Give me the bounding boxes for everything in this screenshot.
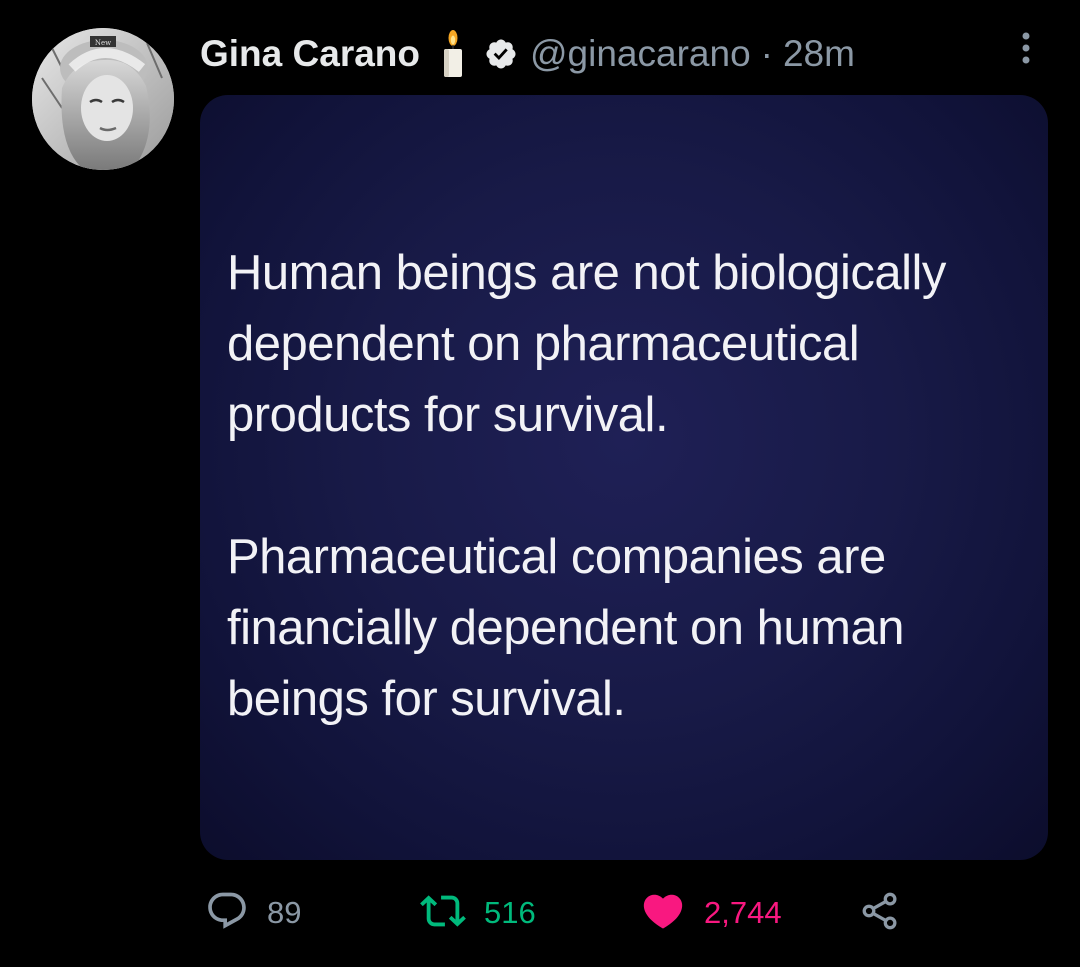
share-button[interactable] — [858, 880, 902, 946]
more-horizontal-icon[interactable] — [1010, 28, 1042, 68]
tweet-image[interactable]: Human beings are not biologically depend… — [200, 95, 1048, 860]
share-icon — [858, 889, 902, 938]
image-text-paragraph: Pharmaceutical companies are financially… — [227, 530, 904, 726]
tweet-header: Gina Carano @ginacarano · 28m — [200, 26, 855, 82]
image-text-paragraph: Human beings are not biologically depend… — [227, 246, 946, 442]
timestamp[interactable]: 28m — [783, 33, 855, 75]
separator-dot: · — [760, 33, 773, 74]
avatar[interactable]: New — [32, 28, 174, 170]
handle[interactable]: @ginacarano — [530, 33, 751, 75]
display-name[interactable]: Gina Carano — [200, 33, 420, 75]
retweet-icon — [420, 888, 466, 939]
reply-icon — [205, 889, 249, 938]
verified-badge-icon — [484, 37, 518, 71]
reply-count: 89 — [267, 895, 302, 930]
candle-icon — [440, 29, 466, 79]
retweet-button[interactable]: 516 — [420, 880, 536, 946]
image-text: Human beings are not biologically depend… — [227, 238, 1037, 735]
heart-icon — [640, 888, 686, 939]
svg-text:New: New — [95, 39, 111, 47]
like-button[interactable]: 2,744 — [640, 880, 782, 946]
retweet-count: 516 — [484, 895, 536, 930]
like-count: 2,744 — [704, 895, 782, 930]
tweet[interactable]: New Gina Carano @ginacarano · 28m Human … — [0, 0, 1080, 967]
action-bar: 89 516 2,744 — [0, 880, 1080, 946]
reply-button[interactable]: 89 — [205, 880, 301, 946]
